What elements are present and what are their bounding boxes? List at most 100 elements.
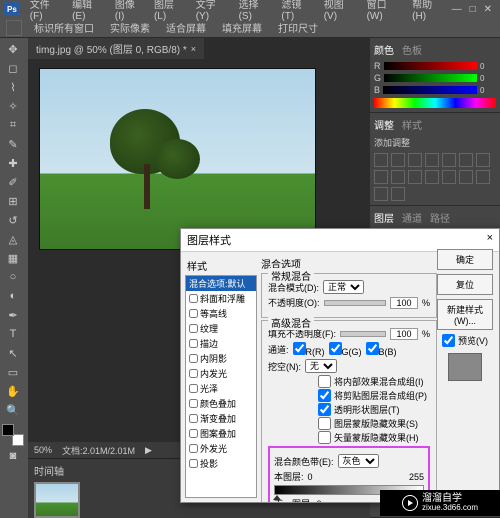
dialog-close-icon[interactable]: × <box>487 232 493 248</box>
adj-icon[interactable] <box>408 170 422 184</box>
style-drop-shadow[interactable]: 投影 <box>186 456 256 471</box>
style-color-overlay[interactable]: 颜色叠加 <box>186 396 256 411</box>
knockout-select[interactable]: 无 <box>305 359 337 373</box>
close-icon[interactable]: ✕ <box>484 4 492 15</box>
gradient-tool-icon[interactable]: ▦ <box>2 249 24 267</box>
g-value[interactable]: 0 <box>480 74 496 83</box>
r-slider[interactable] <box>384 62 478 70</box>
adj-icon[interactable] <box>459 153 473 167</box>
opacity-input[interactable] <box>390 297 418 309</box>
new-style-button[interactable]: 新建样式(W)... <box>437 299 493 330</box>
blend-if-channel[interactable]: 灰色 <box>338 454 379 468</box>
chk-bevel[interactable] <box>189 294 198 303</box>
chk-color-overlay[interactable] <box>189 399 198 408</box>
adj-icon[interactable] <box>374 187 388 201</box>
chk-pattern-overlay[interactable] <box>189 429 198 438</box>
style-blending-options[interactable]: 混合选项:默认 <box>186 276 256 291</box>
quickmask-icon[interactable]: ◙ <box>2 447 24 465</box>
fg-bg-swatches[interactable] <box>2 424 24 446</box>
adj-icon[interactable] <box>374 170 388 184</box>
tab-layers[interactable]: 图层 <box>374 210 394 225</box>
tab-swatches[interactable]: 色板 <box>402 42 422 57</box>
chk-layer-mask-hide[interactable] <box>318 417 331 430</box>
opt-all-windows[interactable]: 标识所有窗口 <box>30 19 98 36</box>
style-outer-glow[interactable]: 外发光 <box>186 441 256 456</box>
opt-print[interactable]: 打印尺寸 <box>274 19 322 36</box>
chk-transparency[interactable] <box>318 403 331 416</box>
adj-icon[interactable] <box>408 153 422 167</box>
style-inner-shadow[interactable]: 内阴影 <box>186 351 256 366</box>
chk-r[interactable] <box>293 342 306 355</box>
ok-button[interactable]: 确定 <box>437 249 493 270</box>
chk-satin[interactable] <box>189 384 198 393</box>
style-gradient-overlay[interactable]: 渐变叠加 <box>186 411 256 426</box>
r-value[interactable]: 0 <box>480 62 496 71</box>
style-inner-glow[interactable]: 内发光 <box>186 366 256 381</box>
style-pattern-overlay[interactable]: 图案叠加 <box>186 426 256 441</box>
style-contour[interactable]: 等高线 <box>186 306 256 321</box>
current-tool-icon[interactable] <box>6 20 22 36</box>
adj-icon[interactable] <box>391 153 405 167</box>
tab-paths[interactable]: 路径 <box>430 210 450 225</box>
crop-tool-icon[interactable]: ⌗ <box>2 116 24 134</box>
document-tab[interactable]: timg.jpg @ 50% (图层 0, RGB/8) * × <box>28 38 204 59</box>
type-tool-icon[interactable]: T <box>2 325 24 343</box>
opt-fit[interactable]: 适合屏幕 <box>162 19 210 36</box>
tab-styles[interactable]: 样式 <box>402 117 422 132</box>
chk-g[interactable] <box>329 342 342 355</box>
tab-channels[interactable]: 通道 <box>402 210 422 225</box>
heal-tool-icon[interactable]: ✚ <box>2 154 24 172</box>
marquee-tool-icon[interactable]: ◻ <box>2 59 24 77</box>
style-stroke[interactable]: 描边 <box>186 336 256 351</box>
adj-icon[interactable] <box>374 153 388 167</box>
cancel-button[interactable]: 复位 <box>437 274 493 295</box>
chk-blend-clipped[interactable] <box>318 389 331 402</box>
chk-vector-mask-hide[interactable] <box>318 431 331 444</box>
adj-icon[interactable] <box>425 153 439 167</box>
menu-help[interactable]: 帮助(H) <box>408 0 449 24</box>
chk-texture[interactable] <box>189 324 198 333</box>
hue-strip[interactable] <box>374 98 496 108</box>
adj-icon[interactable] <box>476 170 490 184</box>
hand-tool-icon[interactable]: ✋ <box>2 382 24 400</box>
chk-stroke[interactable] <box>189 339 198 348</box>
history-brush-icon[interactable]: ↺ <box>2 211 24 229</box>
style-satin[interactable]: 光泽 <box>186 381 256 396</box>
fill-input[interactable] <box>390 328 418 340</box>
pen-tool-icon[interactable]: ✒ <box>2 306 24 324</box>
fg-color-swatch[interactable] <box>2 424 14 436</box>
opt-fill[interactable]: 填充屏幕 <box>218 19 266 36</box>
stamp-tool-icon[interactable]: ⊞ <box>2 192 24 210</box>
fill-slider[interactable] <box>340 331 386 337</box>
dodge-tool-icon[interactable]: ◐ <box>2 287 24 305</box>
eraser-tool-icon[interactable]: ◬ <box>2 230 24 248</box>
shape-tool-icon[interactable]: ▭ <box>2 363 24 381</box>
tab-color[interactable]: 颜色 <box>374 42 394 57</box>
style-bevel[interactable]: 斜面和浮雕 <box>186 291 256 306</box>
adj-icon[interactable] <box>391 187 405 201</box>
eyedropper-tool-icon[interactable]: ✎ <box>2 135 24 153</box>
wand-tool-icon[interactable]: ✧ <box>2 97 24 115</box>
maximize-icon[interactable]: □ <box>470 4 476 15</box>
g-slider[interactable] <box>384 74 477 82</box>
lasso-tool-icon[interactable]: ⌇ <box>2 78 24 96</box>
minimize-icon[interactable]: — <box>452 4 462 15</box>
b-slider[interactable] <box>383 86 477 94</box>
zoom-level[interactable]: 50% <box>34 445 52 455</box>
document-canvas[interactable] <box>40 69 315 249</box>
adj-icon[interactable] <box>425 170 439 184</box>
chk-blend-interior[interactable] <box>318 375 331 388</box>
chk-contour[interactable] <box>189 309 198 318</box>
brush-tool-icon[interactable]: ✐ <box>2 173 24 191</box>
opacity-slider[interactable] <box>324 300 386 306</box>
frame-thumb[interactable] <box>34 482 80 518</box>
opt-actual[interactable]: 实际像素 <box>106 19 154 36</box>
adj-icon[interactable] <box>459 170 473 184</box>
menu-window[interactable]: 窗口(W) <box>363 0 407 24</box>
adj-icon[interactable] <box>442 170 456 184</box>
menu-view[interactable]: 视图(V) <box>320 0 361 24</box>
chk-gradient-overlay[interactable] <box>189 414 198 423</box>
chk-drop-shadow[interactable] <box>189 459 198 468</box>
chk-inner-glow[interactable] <box>189 369 198 378</box>
blend-mode-select[interactable]: 正常 <box>323 280 364 294</box>
